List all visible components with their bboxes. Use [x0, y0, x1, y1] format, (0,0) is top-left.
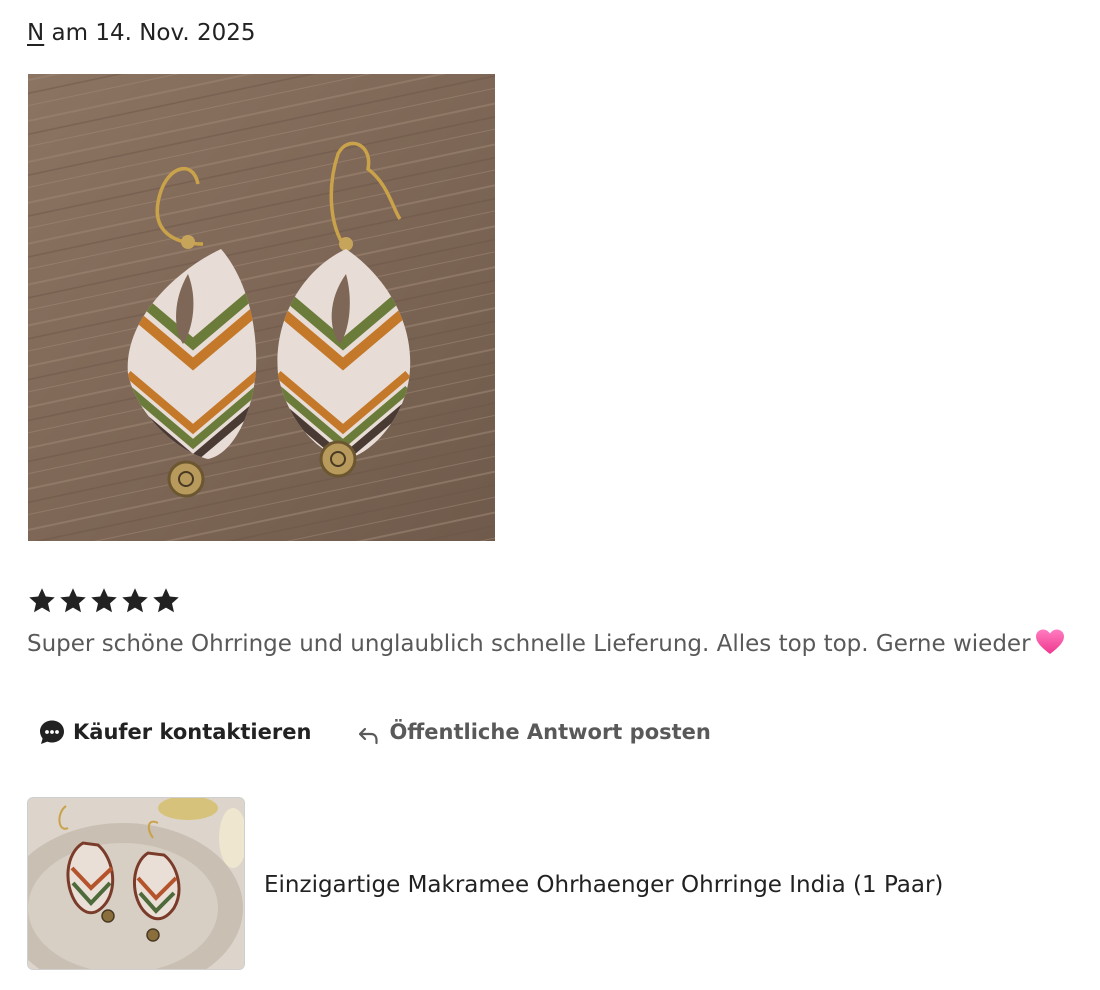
star-icon: [91, 588, 117, 613]
reviewer-name-link[interactable]: N: [27, 20, 44, 46]
contact-buyer-label: Käufer kontaktieren: [73, 720, 312, 744]
product-thumbnail-image: [28, 798, 244, 969]
chat-bubble-icon: [40, 720, 64, 744]
product-title-link[interactable]: Einzigartige Makramee Ohrhaenger Ohrring…: [264, 872, 943, 898]
product-thumbnail[interactable]: [27, 797, 245, 970]
star-icon: [153, 588, 179, 613]
review-card: N am 14. Nov. 2025 Super schöne Ohrringe…: [0, 0, 1100, 990]
reply-arrow-icon: [359, 727, 379, 745]
contact-buyer-button[interactable]: Käufer kontaktieren: [38, 718, 311, 746]
review-text-body: Super schöne Ohrringe und unglaublich sc…: [27, 631, 1031, 657]
reviewer-line: N am 14. Nov. 2025: [27, 20, 256, 46]
review-date: am 14. Nov. 2025: [44, 20, 256, 46]
star-icon: [122, 588, 148, 613]
public-reply-label: Öffentliche Antwort posten: [389, 720, 711, 744]
public-reply-button[interactable]: Öffentliche Antwort posten: [356, 718, 711, 746]
earrings-photo-image: [28, 74, 495, 541]
star-icon: [60, 588, 86, 613]
star-icon: [29, 588, 55, 613]
review-photo[interactable]: [28, 74, 495, 541]
review-text: Super schöne Ohrringe und unglaublich sc…: [27, 628, 1065, 662]
review-actions: Käufer kontaktieren Öffentliche Antwort …: [38, 718, 711, 746]
star-rating: [27, 586, 181, 616]
pink-heart-icon: [1035, 628, 1065, 662]
